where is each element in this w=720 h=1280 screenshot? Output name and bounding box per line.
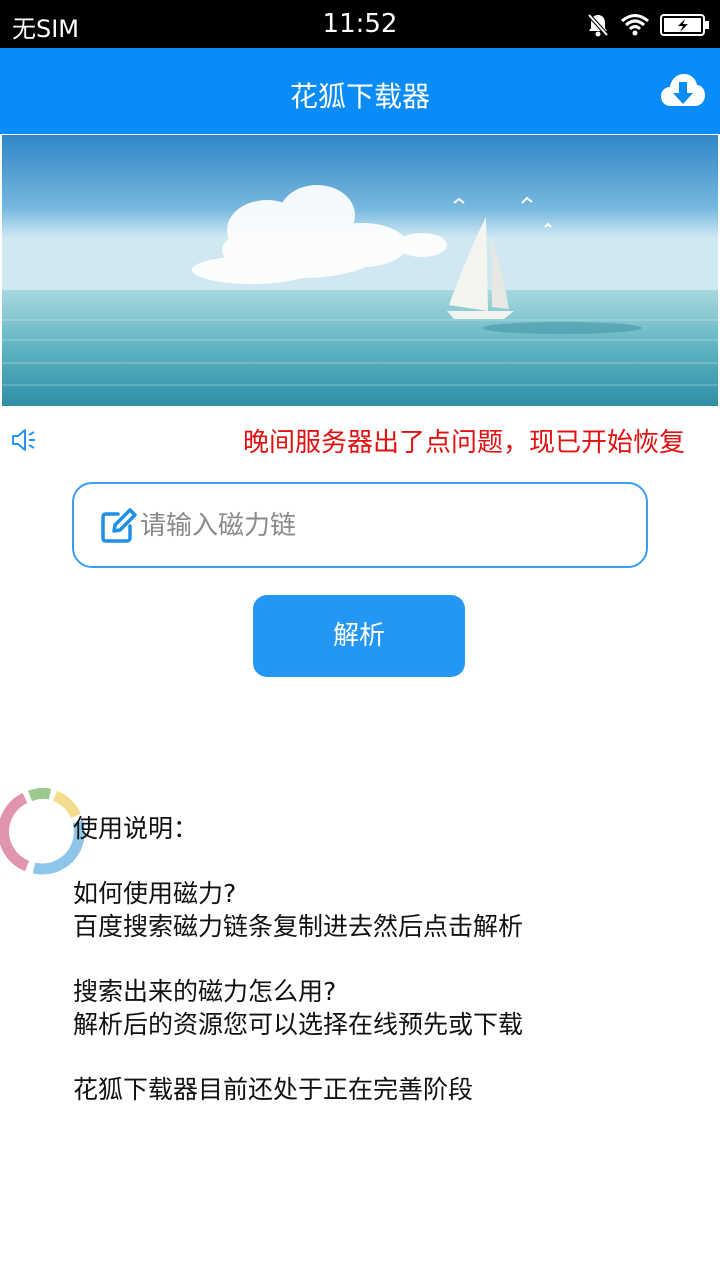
instructions-section: 使用说明： 如何使用磁力? 百度搜索磁力链条复制进去然后点击解析 搜索出来的磁力… <box>73 812 693 1106</box>
sailboat-on-sea-banner <box>2 135 718 406</box>
faq-answer-1: 百度搜索磁力链条复制进去然后点击解析 <box>73 912 524 941</box>
app-title: 花狐下载器 <box>289 80 430 113</box>
status-icons <box>586 10 710 40</box>
status-note: 花狐下载器目前还处于正在完善阶段 <box>73 1075 474 1104</box>
app-bar: 花狐下载器 <box>0 48 720 134</box>
parse-button[interactable]: 解析 <box>253 595 465 677</box>
bell-muted-icon <box>586 12 610 38</box>
faq-question-2: 搜索出来的磁力怎么用? <box>73 977 337 1006</box>
faq-answer-2: 解析后的资源您可以选择在线预先或下载 <box>73 1010 524 1039</box>
speaker-icon <box>10 426 38 454</box>
wifi-icon <box>620 13 650 37</box>
faq-question-1: 如何使用磁力? <box>73 879 237 908</box>
notice-bar: 晚间服务器出了点问题，现已开始恢复 <box>0 416 720 462</box>
edit-icon <box>100 506 138 544</box>
download-cloud-icon[interactable] <box>660 68 706 114</box>
status-bar: 无SIM 11:52 <box>0 0 720 48</box>
battery-charging-icon <box>660 13 710 37</box>
instructions-heading: 使用说明： <box>73 814 199 843</box>
magnet-link-input[interactable] <box>140 496 630 556</box>
magnet-input-container[interactable] <box>72 482 648 568</box>
notice-text: 晚间服务器出了点问题，现已开始恢复 <box>243 428 686 458</box>
